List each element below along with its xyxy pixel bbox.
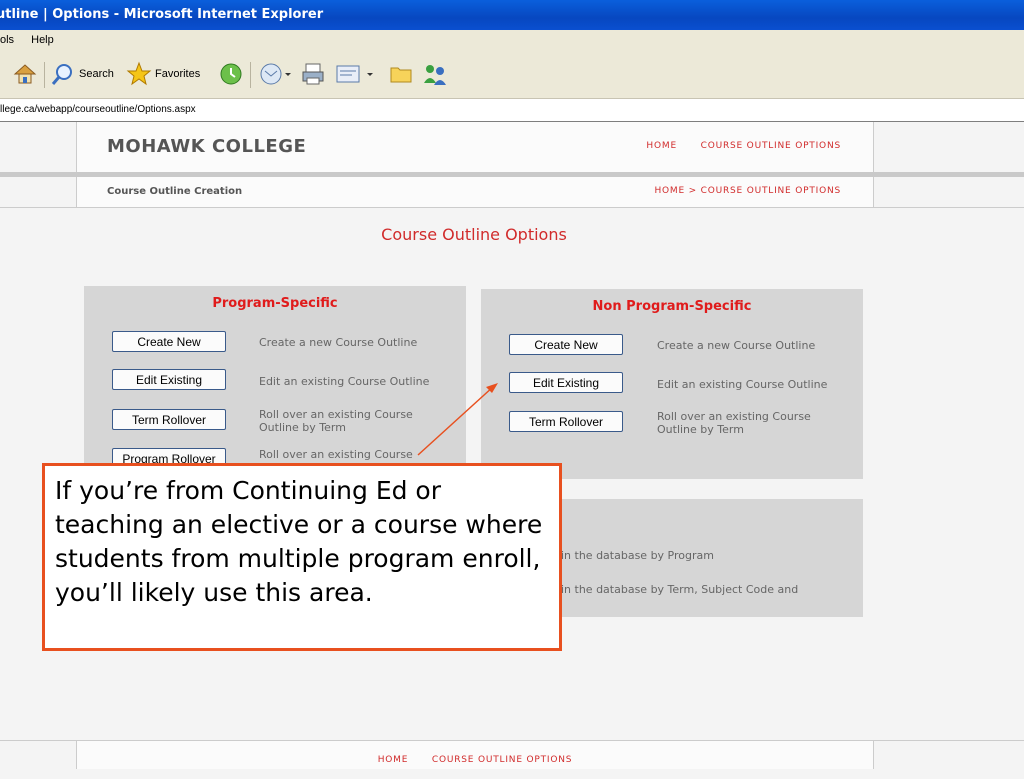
footer: HOME COURSE OUTLINE OPTIONS: [0, 740, 1024, 769]
footer-home-link[interactable]: HOME: [378, 755, 409, 765]
footer-nav: HOME COURSE OUTLINE OPTIONS: [76, 741, 874, 769]
footer-course-outline-options-link[interactable]: COURSE OUTLINE OPTIONS: [432, 755, 572, 765]
callout-arrow: [417, 383, 498, 456]
callout-text: If you’re from Continuing Ed or teaching…: [55, 476, 543, 607]
callout-box: If you’re from Continuing Ed or teaching…: [42, 463, 562, 651]
